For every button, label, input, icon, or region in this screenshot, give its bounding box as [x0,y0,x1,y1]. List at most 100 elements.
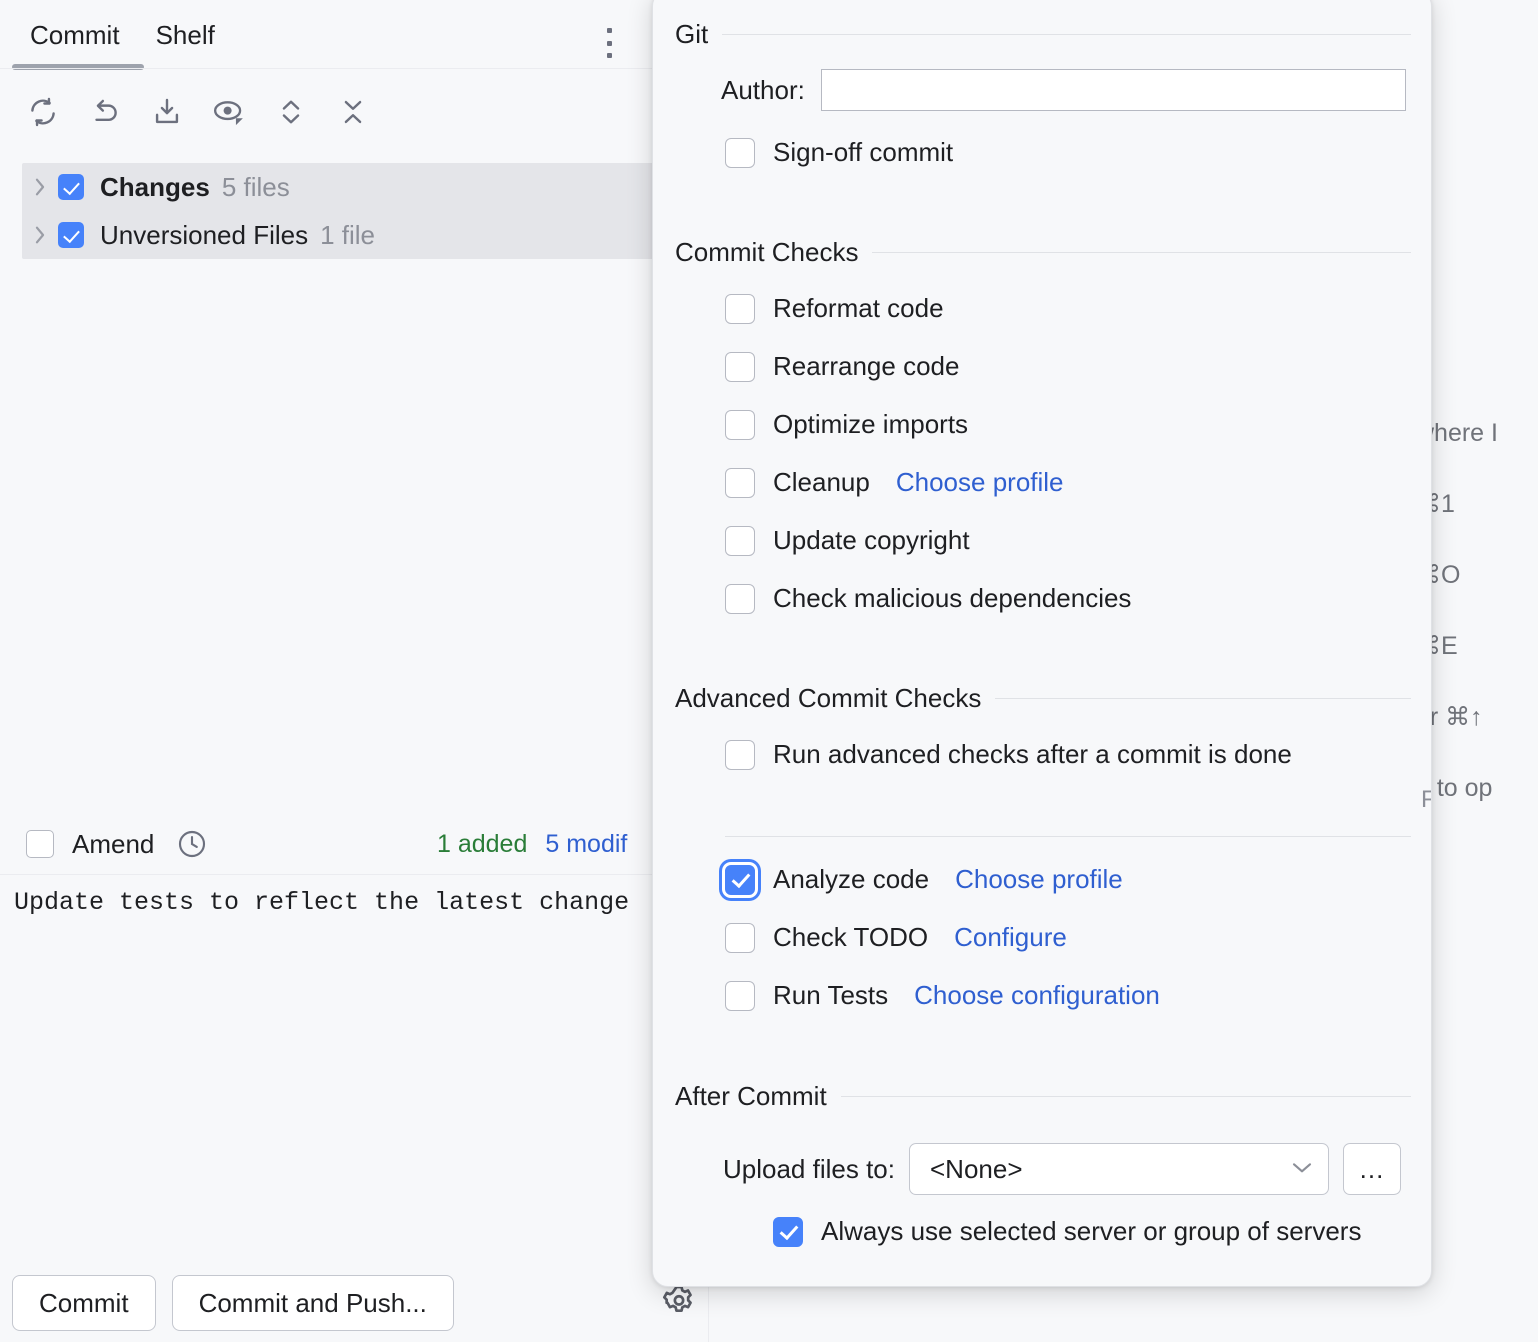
analyze-code-label: Analyze code [773,864,929,895]
preview-diff-icon[interactable] [202,85,256,139]
rearrange-code-row[interactable]: Rearrange code [725,351,959,382]
update-copyright-label: Update copyright [773,525,970,556]
check-malicious-dependencies-row[interactable]: Check malicious dependencies [725,583,1131,614]
cleanup-row[interactable]: Cleanup Choose profile [725,467,1064,498]
tab-shelf[interactable]: Shelf [138,0,233,70]
always-use-server-checkbox[interactable] [773,1217,803,1247]
tool-window-tabs: Commit Shelf [0,0,708,70]
changes-checkbox[interactable] [58,174,84,200]
changes-count: 5 files [222,172,290,203]
run-advanced-checks-label: Run advanced checks after a commit is do… [773,739,1292,770]
advanced-inner-divider [725,836,1411,837]
commit-buttons-row: Commit Commit and Push... [0,1275,708,1331]
advanced-commit-checks-section-title: Advanced Commit Checks [675,683,981,714]
amend-row: Amend 1 added 5 modif [0,818,708,870]
check-malicious-dependencies-checkbox[interactable] [725,584,755,614]
tab-commit-label: Commit [30,20,120,50]
check-malicious-dependencies-label: Check malicious dependencies [773,583,1131,614]
modified-count[interactable]: 5 modif [545,830,627,859]
section-divider [872,252,1411,253]
screen-root: where I ⌘1 ⌘O ⌘E ar ⌘↑ e to op Commit Sh… [0,0,1538,1342]
check-todo-label: Check TODO [773,922,928,953]
update-copyright-checkbox[interactable] [725,526,755,556]
unversioned-files-label: Unversioned Files [100,220,308,251]
after-commit-section-header: After Commit [675,1081,1411,1112]
always-use-server-label: Always use selected server or group of s… [821,1216,1361,1247]
message-divider [0,874,708,875]
reformat-code-checkbox[interactable] [725,294,755,324]
section-divider [841,1096,1411,1097]
change-counts: 1 added 5 modif [437,818,627,870]
check-todo-row[interactable]: Check TODO Configure [725,922,1067,953]
table-row[interactable]: Changes 5 files [22,163,682,211]
check-todo-configure-link[interactable]: Configure [954,922,1067,953]
reformat-code-row[interactable]: Reformat code [725,293,944,324]
tab-commit[interactable]: Commit [12,0,138,70]
after-commit-section-title: After Commit [675,1081,827,1112]
commit-checks-section-header: Commit Checks [675,237,1411,268]
expand-collapse-icon[interactable] [264,85,318,139]
signoff-label: Sign-off commit [773,137,953,168]
refresh-icon[interactable] [16,85,70,139]
cleanup-choose-profile-link[interactable]: Choose profile [896,467,1064,498]
chevron-down-icon [1290,1159,1314,1180]
run-advanced-checks-checkbox[interactable] [725,740,755,770]
upload-server-value: <None> [930,1154,1290,1185]
cleanup-label: Cleanup [773,467,870,498]
optimize-imports-row[interactable]: Optimize imports [725,409,968,440]
update-copyright-row[interactable]: Update copyright [725,525,970,556]
check-todo-checkbox[interactable] [725,923,755,953]
tab-shelf-label: Shelf [156,20,215,50]
author-label: Author: [721,75,805,106]
upload-files-label: Upload files to: [723,1154,895,1185]
git-section-title: Git [675,19,708,50]
analyze-code-checkbox[interactable] [725,865,755,895]
commit-tool-window: Commit Shelf [0,0,708,1342]
unversioned-files-count: 1 file [320,220,375,251]
commit-toolbar [0,70,708,154]
commit-button[interactable]: Commit [12,1275,156,1331]
rearrange-code-checkbox[interactable] [725,352,755,382]
author-row: Author: [721,69,1411,111]
commit-options-dialog: Git Author: Sign-off commit Commit Check… [652,0,1432,1287]
run-advanced-checks-row[interactable]: Run advanced checks after a commit is do… [725,739,1292,770]
commit-checks-section-title: Commit Checks [675,237,858,268]
signoff-row[interactable]: Sign-off commit [725,137,953,168]
rollback-icon[interactable] [78,85,132,139]
run-tests-choose-configuration-link[interactable]: Choose configuration [914,980,1160,1011]
upload-server-select[interactable]: <None> [909,1143,1329,1195]
changes-label: Changes [100,172,210,203]
section-divider [995,698,1411,699]
always-use-server-row[interactable]: Always use selected server or group of s… [773,1216,1361,1247]
shelve-silently-icon[interactable] [140,85,194,139]
amend-label: Amend [72,829,154,860]
section-divider [722,34,1411,35]
chevron-right-icon[interactable] [22,176,58,198]
analyze-code-choose-profile-link[interactable]: Choose profile [955,864,1123,895]
commit-and-push-button[interactable]: Commit and Push... [172,1275,454,1331]
run-tests-label: Run Tests [773,980,888,1011]
advanced-commit-checks-section-header: Advanced Commit Checks [675,683,1411,714]
amend-checkbox[interactable] [26,830,54,858]
upload-files-row: Upload files to: <None> ... [723,1143,1401,1195]
unversioned-files-checkbox[interactable] [58,222,84,248]
run-tests-checkbox[interactable] [725,981,755,1011]
chevron-right-icon[interactable] [22,224,58,246]
run-tests-row[interactable]: Run Tests Choose configuration [725,980,1160,1011]
optimize-imports-checkbox[interactable] [725,410,755,440]
analyze-code-row[interactable]: Analyze code Choose profile [725,864,1123,895]
optimize-imports-label: Optimize imports [773,409,968,440]
run-advanced-checks-hint: Failed checks will not prevent a commit [1421,786,1432,814]
kebab-menu-icon[interactable] [600,28,618,58]
gear-icon[interactable] [660,1282,698,1322]
commit-message-input[interactable]: Update tests to reflect the latest chang… [14,888,714,917]
clock-icon[interactable] [176,828,208,860]
table-row[interactable]: Unversioned Files 1 file [22,211,682,259]
signoff-checkbox[interactable] [725,138,755,168]
collapse-all-icon[interactable] [326,85,380,139]
changes-tree: Changes 5 files Unversioned Files 1 file [22,163,682,259]
added-count: 1 added [437,830,527,859]
browse-servers-button[interactable]: ... [1343,1143,1401,1195]
cleanup-checkbox[interactable] [725,468,755,498]
author-field[interactable] [821,69,1406,111]
